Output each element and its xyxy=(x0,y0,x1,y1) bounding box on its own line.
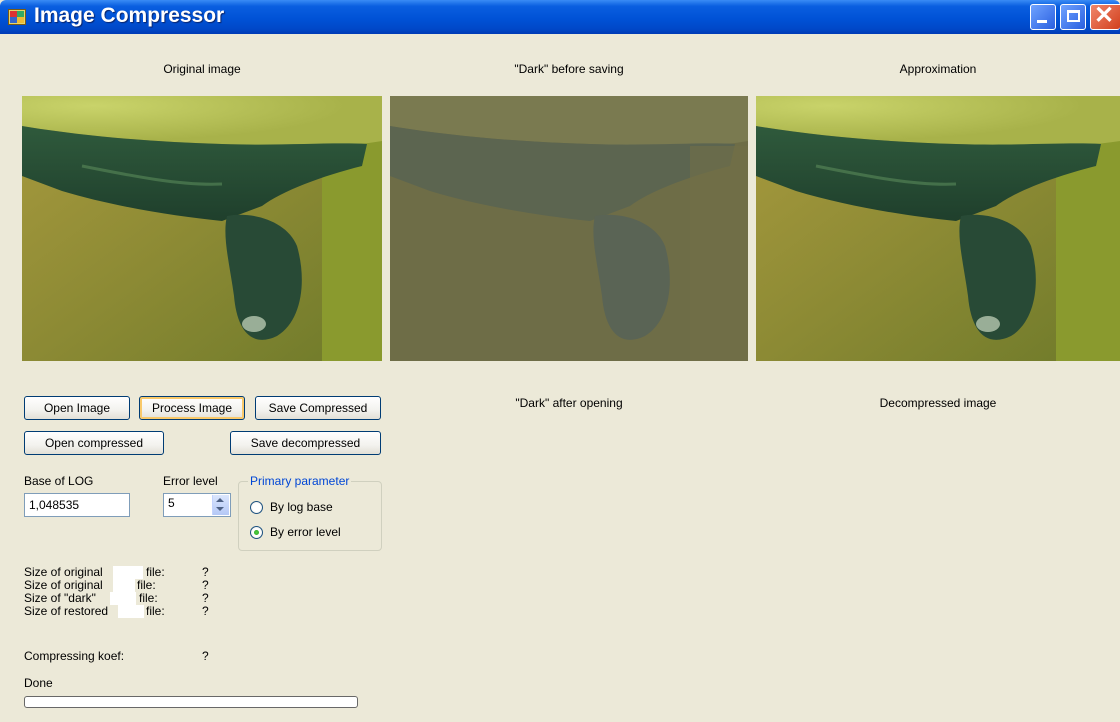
save-decompressed-button[interactable]: Save decompressed xyxy=(230,431,381,455)
open-compressed-button[interactable]: Open compressed xyxy=(24,431,164,455)
radio-label: By error level xyxy=(270,525,341,539)
app-icon xyxy=(8,9,26,25)
decompressed-caption: Decompressed image xyxy=(879,396,997,410)
original-image-caption: Original image xyxy=(163,62,241,76)
stat-row-value: ? xyxy=(202,604,209,618)
decompressed-image xyxy=(756,420,1120,710)
approximation-caption: Approximation xyxy=(899,62,977,76)
error-level-value: 5 xyxy=(168,496,175,510)
window-title: Image Compressor xyxy=(34,4,225,27)
progress-bar xyxy=(24,696,358,708)
open-image-button[interactable]: Open Image xyxy=(24,396,130,420)
minimize-icon xyxy=(1037,20,1047,23)
spin-up-icon[interactable] xyxy=(216,498,224,502)
close-button[interactable]: ✕ xyxy=(1090,2,1120,30)
stat-row-label: Size of restored xyxy=(24,604,109,618)
compressing-koef-label: Compressing koef: xyxy=(24,649,125,663)
radio-by-log-base[interactable]: By log base xyxy=(250,499,370,517)
compressing-koef-value: ? xyxy=(202,649,209,663)
stat-blank xyxy=(110,592,136,605)
dark-before-caption: "Dark" before saving xyxy=(514,62,624,76)
radio-label: By log base xyxy=(270,500,333,514)
primary-parameter-legend: Primary parameter xyxy=(248,474,352,488)
close-icon: ✕ xyxy=(1094,2,1115,29)
spinner-buttons[interactable] xyxy=(212,495,229,515)
process-image-button[interactable]: Process Image xyxy=(139,396,245,420)
dark-after-caption: "Dark" after opening xyxy=(515,396,623,410)
approximation-image xyxy=(756,96,1120,361)
base-log-label: Base of LOG xyxy=(24,474,94,488)
dark-after-opening-image xyxy=(390,420,748,710)
status-text: Done xyxy=(24,676,53,690)
spin-down-icon[interactable] xyxy=(216,507,224,511)
radio-selected-icon[interactable] xyxy=(250,526,263,539)
minimize-button[interactable] xyxy=(1030,4,1056,30)
stat-blank xyxy=(118,605,144,618)
original-image xyxy=(22,96,382,361)
radio-circle-icon[interactable] xyxy=(250,501,263,514)
title-bar[interactable]: Image Compressor ✕ xyxy=(0,0,1120,34)
maximize-button[interactable] xyxy=(1060,4,1086,30)
error-level-spinner[interactable]: 5 xyxy=(163,493,231,517)
save-compressed-button[interactable]: Save Compressed xyxy=(255,396,381,420)
stat-blank xyxy=(113,579,135,592)
radio-by-error-level[interactable]: By error level xyxy=(250,524,370,542)
stat-row-suffix: file: xyxy=(146,604,165,618)
maximize-icon xyxy=(1067,10,1080,22)
error-level-label: Error level xyxy=(163,474,218,488)
base-log-input[interactable] xyxy=(24,493,130,517)
dark-before-saving-image xyxy=(390,96,748,361)
